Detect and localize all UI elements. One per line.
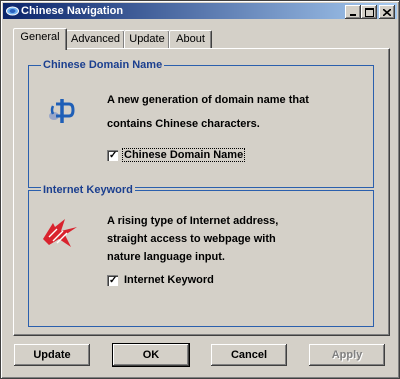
- tab-update[interactable]: Update: [124, 30, 170, 49]
- tab-label: Update: [129, 33, 165, 45]
- group-chinese-domain-name: Chinese Domain Name A new generation of …: [28, 58, 374, 188]
- apply-button: Apply: [309, 344, 385, 366]
- checkmark-icon: ✓: [109, 149, 118, 161]
- cancel-button[interactable]: Cancel: [211, 344, 287, 366]
- group-title: Internet Keyword: [41, 183, 135, 197]
- tab-label: About: [176, 33, 205, 45]
- minimize-icon: [350, 13, 356, 16]
- button-label: OK: [142, 349, 160, 361]
- checkbox-label[interactable]: Chinese Domain Name: [121, 148, 246, 162]
- button-label: Apply: [331, 349, 363, 361]
- app-icon: [6, 6, 19, 16]
- maximize-icon: [364, 7, 374, 17]
- tab-advanced[interactable]: Advanced: [66, 30, 125, 49]
- internet-keyword-checkbox[interactable]: ✓ Internet Keyword: [107, 274, 215, 286]
- domain-description-line2: contains Chinese characters.: [107, 118, 260, 130]
- group-title: Chinese Domain Name: [41, 58, 165, 72]
- checkmark-icon: ✓: [109, 274, 118, 286]
- keyword-description-line2: straight access to webpage with: [107, 233, 276, 245]
- window-title: Chinese Navigation: [21, 5, 124, 17]
- keyword-description-line3: nature language input.: [107, 251, 225, 263]
- chinese-domain-logo-icon: [49, 99, 75, 123]
- close-button[interactable]: [379, 5, 395, 19]
- chinese-domain-name-checkbox[interactable]: ✓ Chinese Domain Name: [107, 148, 246, 162]
- dialog-window: Chinese Navigation General Advanced Upda…: [0, 0, 400, 379]
- ok-button[interactable]: OK: [113, 344, 189, 366]
- close-icon: [383, 8, 391, 16]
- internet-keyword-logo-icon: [43, 219, 77, 247]
- button-label: Update: [33, 349, 71, 361]
- tab-general[interactable]: General: [13, 28, 67, 50]
- checkbox-box[interactable]: ✓: [107, 149, 118, 161]
- keyword-description-line1: A rising type of Internet address,: [107, 215, 279, 227]
- title-bar[interactable]: Chinese Navigation: [3, 3, 397, 19]
- domain-description-line1: A new generation of domain name that: [107, 94, 309, 106]
- group-internet-keyword: Internet Keyword A rising type of Intern…: [28, 183, 374, 327]
- tab-panel-general: Chinese Domain Name A new generation of …: [13, 48, 390, 336]
- update-button[interactable]: Update: [14, 344, 90, 366]
- maximize-button[interactable]: [361, 5, 377, 19]
- tab-label: General: [20, 31, 60, 43]
- button-label: Cancel: [230, 349, 268, 361]
- checkbox-box[interactable]: ✓: [107, 274, 118, 286]
- minimize-button[interactable]: [345, 5, 361, 19]
- tab-about[interactable]: About: [169, 30, 212, 49]
- tab-label: Advanced: [71, 33, 120, 45]
- checkbox-label[interactable]: Internet Keyword: [123, 274, 215, 286]
